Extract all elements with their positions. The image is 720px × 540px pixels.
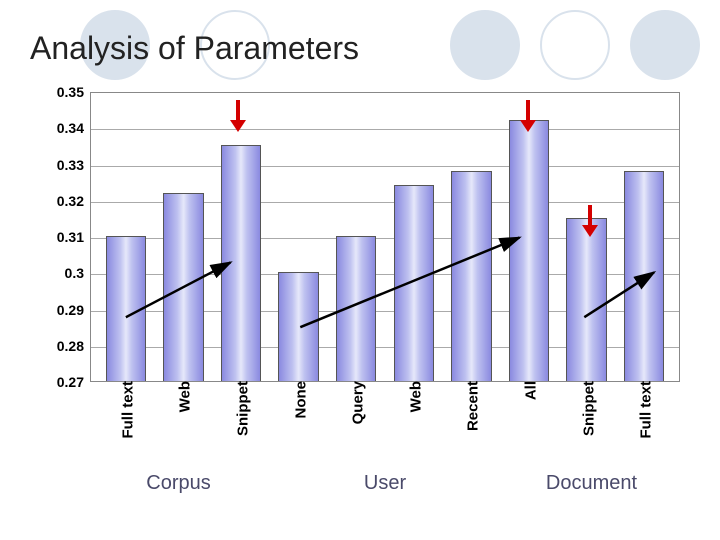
bar-slot: Web bbox=[155, 93, 213, 381]
page-title: Analysis of Parameters bbox=[30, 30, 359, 67]
bar bbox=[566, 218, 606, 381]
bar-slot: Full text bbox=[97, 93, 155, 381]
y-tick-label: 0.27 bbox=[40, 374, 84, 390]
plot-area: Full textWebSnippetNoneQueryWebRecentAll… bbox=[90, 92, 680, 382]
x-tick-label: All bbox=[518, 381, 539, 400]
x-tick-label: Snippet bbox=[576, 381, 597, 436]
x-tick-label: None bbox=[288, 381, 309, 419]
bar-slot: Recent bbox=[443, 93, 501, 381]
y-tick-label: 0.35 bbox=[40, 84, 84, 100]
group-label: Document bbox=[503, 472, 680, 495]
bar bbox=[278, 272, 318, 381]
bar bbox=[624, 171, 664, 381]
highlight-arrow-icon bbox=[230, 100, 246, 132]
highlight-arrow-icon bbox=[520, 100, 536, 132]
bar bbox=[106, 236, 146, 381]
bar-chart: 0.270.280.290.30.310.320.330.340.35 Full… bbox=[40, 92, 680, 492]
bar-slot: None bbox=[270, 93, 328, 381]
y-tick-label: 0.34 bbox=[40, 120, 84, 136]
y-tick-label: 0.32 bbox=[40, 193, 84, 209]
y-tick-label: 0.28 bbox=[40, 338, 84, 354]
bar-slot: Full text bbox=[615, 93, 673, 381]
group-label: Corpus bbox=[90, 472, 267, 495]
bar bbox=[509, 120, 549, 381]
y-tick-label: 0.3 bbox=[40, 265, 84, 281]
y-tick-label: 0.31 bbox=[40, 229, 84, 245]
x-tick-label: Recent bbox=[461, 381, 482, 431]
y-tick-label: 0.33 bbox=[40, 157, 84, 173]
bar bbox=[451, 171, 491, 381]
x-tick-label: Snippet bbox=[230, 381, 251, 436]
x-tick-label: Full text bbox=[634, 381, 655, 439]
x-tick-label: Web bbox=[403, 381, 424, 412]
bar-slot: Query bbox=[327, 93, 385, 381]
bar-slot: Snippet bbox=[558, 93, 616, 381]
highlight-arrow-icon bbox=[582, 205, 598, 237]
bar-slot: Snippet bbox=[212, 93, 270, 381]
bar-slot: All bbox=[500, 93, 558, 381]
bar-slot: Web bbox=[385, 93, 443, 381]
bar bbox=[336, 236, 376, 381]
group-label: User bbox=[267, 472, 503, 495]
bars-container: Full textWebSnippetNoneQueryWebRecentAll… bbox=[91, 93, 679, 381]
x-tick-label: Query bbox=[346, 381, 367, 424]
y-tick-label: 0.29 bbox=[40, 302, 84, 318]
x-tick-label: Full text bbox=[115, 381, 136, 439]
x-tick-label: Web bbox=[173, 381, 194, 412]
group-labels: CorpusUserDocument bbox=[90, 472, 680, 495]
bar bbox=[221, 145, 261, 381]
bar bbox=[163, 193, 203, 382]
bar bbox=[394, 185, 434, 381]
y-axis-labels: 0.270.280.290.30.310.320.330.340.35 bbox=[40, 92, 88, 382]
